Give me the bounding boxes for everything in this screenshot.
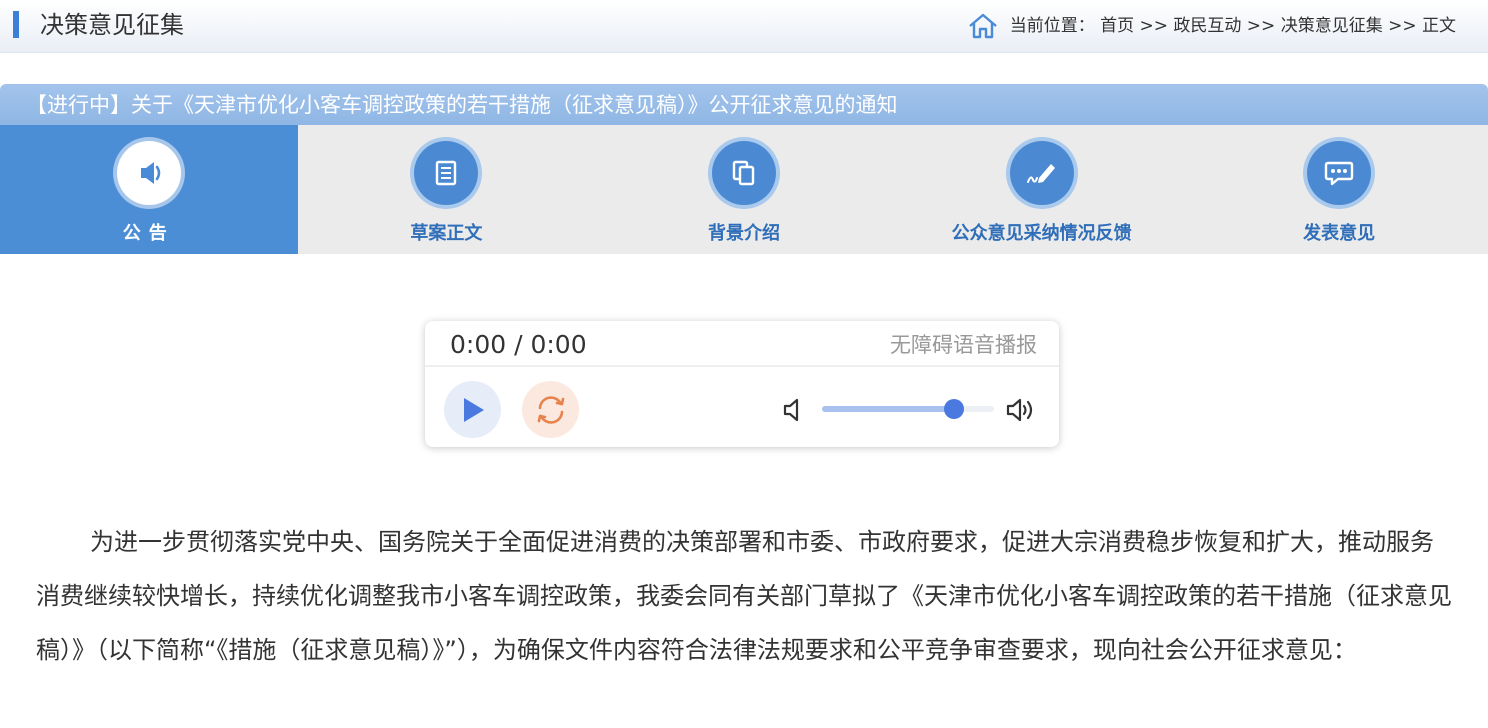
megaphone-icon: [116, 141, 181, 205]
page-header: 决策意见征集 当前位置： 首页 >> 政民互动 >> 决策意见征集 >> 正文: [0, 0, 1488, 53]
copy-pages-icon: [711, 141, 776, 205]
volume-slider[interactable]: [822, 399, 994, 419]
breadcrumb: 当前位置： 首页 >> 政民互动 >> 决策意见征集 >> 正文: [968, 12, 1456, 40]
pen-write-icon: [1009, 141, 1074, 205]
tab-label: 公告: [122, 223, 175, 244]
accessibility-voice-label: 无障碍语音播报: [890, 333, 1037, 357]
play-icon: [463, 397, 484, 422]
audio-player: 0:00 / 0:00 无障碍语音播报: [425, 321, 1059, 447]
tab-draft-text[interactable]: 草案正文: [298, 125, 596, 254]
body-paragraph: 为进一步贯彻落实党中央、国务院关于全面促进消费的决策部署和市委、市政府要求，促进…: [36, 528, 1452, 664]
volume-slider-fill: [822, 406, 955, 412]
tab-label: 公众意见采纳情况反馈: [951, 223, 1132, 244]
breadcrumb-current: 正文: [1422, 16, 1456, 36]
document-icon: [414, 141, 479, 205]
volume-slider-handle[interactable]: [944, 399, 965, 419]
play-button[interactable]: [444, 381, 501, 438]
breadcrumb-consultation[interactable]: 决策意见征集: [1281, 13, 1383, 39]
section-title: 决策意见征集: [40, 11, 184, 39]
breadcrumb-separator: >>: [1241, 16, 1281, 36]
playback-time: 0:00 / 0:00: [450, 330, 587, 359]
breadcrumb-home[interactable]: 首页: [1100, 13, 1134, 39]
notice-title: 【进行中】关于《天津市优化小客车调控政策的若干措施（征求意见稿）》公开征求意见的…: [26, 93, 898, 117]
breadcrumb-prefix: 当前位置：: [1009, 16, 1095, 36]
tab-label: 发表意见: [1303, 223, 1376, 244]
replay-button[interactable]: [522, 381, 579, 438]
player-divider: [425, 365, 1059, 367]
tab-label: 草案正文: [410, 223, 483, 244]
notice-body: 为进一步贯彻落实党中央、国务院关于全面促进消费的决策部署和市委、市政府要求，促进…: [36, 515, 1456, 677]
breadcrumb-separator: >>: [1382, 16, 1422, 36]
tab-feedback[interactable]: 公众意见采纳情况反馈: [893, 125, 1191, 254]
volume-high-icon[interactable]: [1005, 396, 1039, 424]
tab-bar: 公告 草案正文 背景介绍 公众意见采纳情况反馈 发表意见: [0, 125, 1488, 254]
notice-title-bar: 【进行中】关于《天津市优化小客车调控政策的若干措施（征求意见稿）》公开征求意见的…: [0, 84, 1488, 125]
tab-background[interactable]: 背景介绍: [595, 125, 893, 254]
breadcrumb-separator: >>: [1134, 16, 1174, 36]
breadcrumb-interaction[interactable]: 政民互动: [1173, 13, 1241, 39]
refresh-icon: [537, 395, 564, 424]
volume-low-icon[interactable]: [781, 397, 803, 423]
home-icon[interactable]: [968, 12, 998, 40]
title-accent-bar: [13, 11, 19, 38]
tab-submit-opinion[interactable]: 发表意见: [1190, 125, 1488, 254]
tab-announcement[interactable]: 公告: [0, 125, 298, 254]
chat-bubble-icon: [1307, 141, 1372, 205]
tab-label: 背景介绍: [707, 223, 780, 244]
